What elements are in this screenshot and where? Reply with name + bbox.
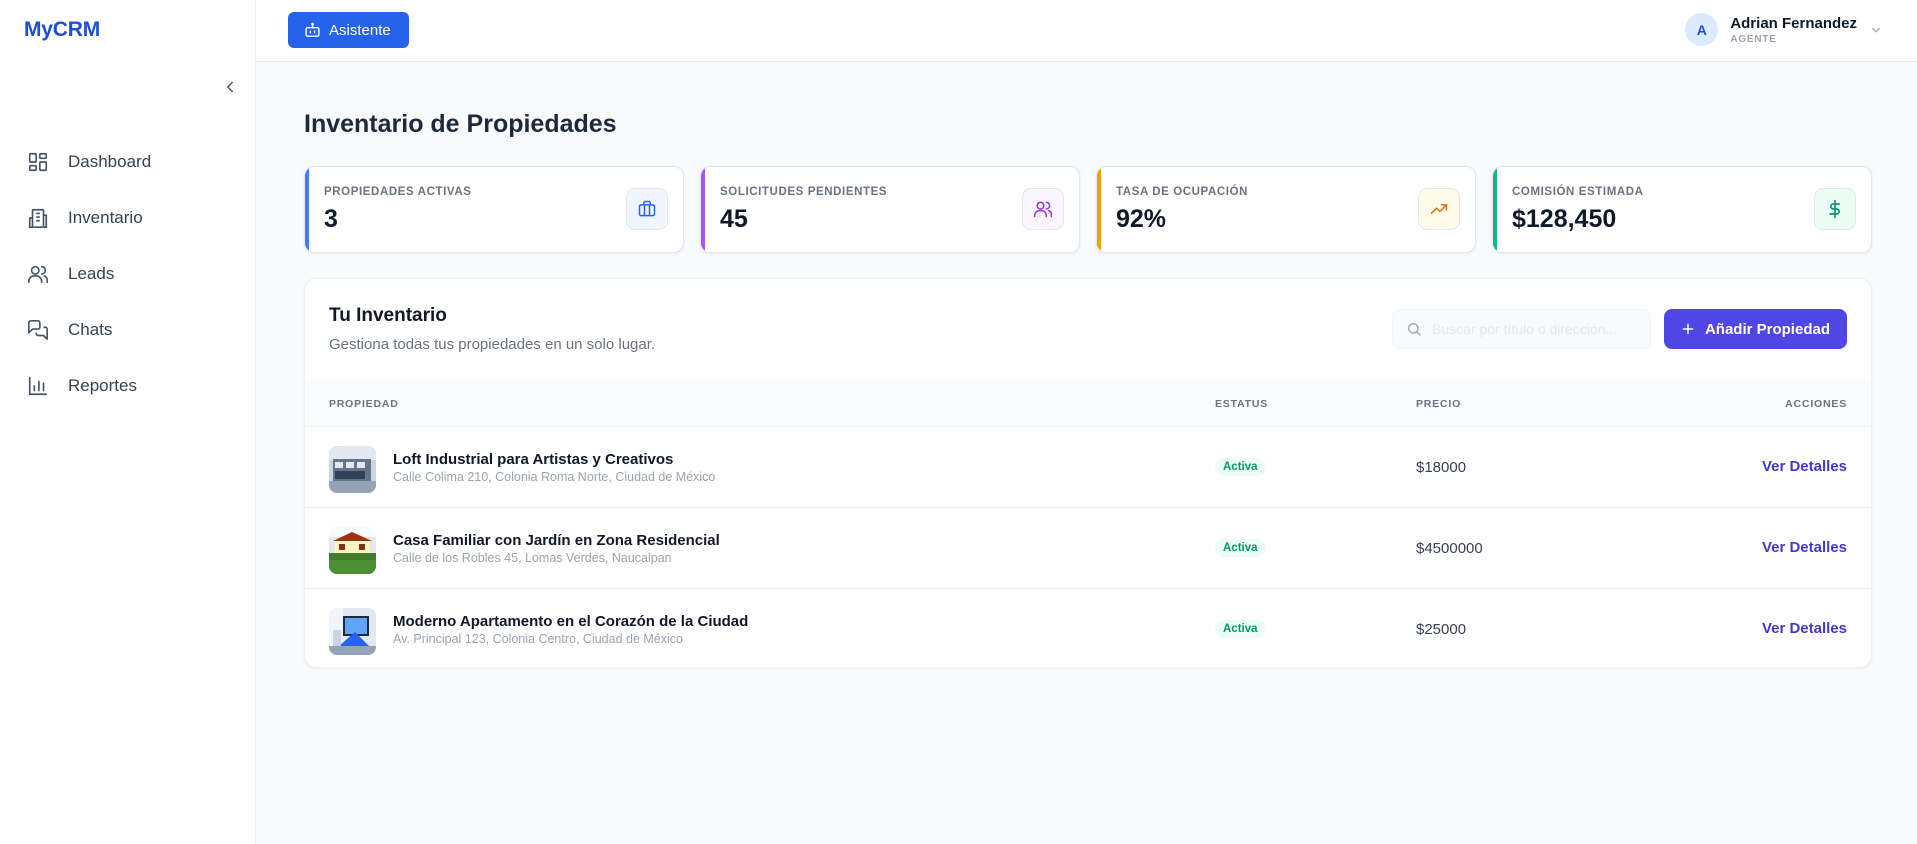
sidebar-item-dashboard[interactable]: Dashboard xyxy=(0,134,256,190)
stat-value: 92% xyxy=(1116,205,1167,233)
stat-card-active-properties: PROPIEDADES ACTIVAS 3 xyxy=(304,166,684,253)
users-icon xyxy=(1022,188,1064,230)
stat-value: $128,450 xyxy=(1512,205,1617,233)
stat-label: PROPIEDADES ACTIVAS xyxy=(324,186,472,198)
sidebar-item-inventario[interactable]: Inventario xyxy=(0,190,256,246)
property-thumbnail xyxy=(329,446,376,493)
stat-label: SOLICITUDES PENDIENTES xyxy=(720,186,888,198)
user-role: AGENTE xyxy=(1730,33,1777,45)
stat-accent xyxy=(701,167,705,252)
column-header-property[interactable]: PROPIEDAD xyxy=(329,398,399,410)
dashboard-icon xyxy=(27,151,49,173)
property-address: Calle de los Robles 45, Lomas Verdes, Na… xyxy=(393,551,672,565)
property-title: Casa Familiar con Jardín en Zona Residen… xyxy=(393,532,720,549)
sidebar-item-label: Dashboard xyxy=(68,152,152,171)
sidebar: MyCRM Dashboard Inventario Leads Chats R… xyxy=(0,0,256,844)
view-details-link[interactable]: Ver Detalles xyxy=(1762,620,1847,637)
property-price: $25000 xyxy=(1416,621,1467,638)
collapse-sidebar-icon[interactable] xyxy=(221,78,239,96)
status-badge: Activa xyxy=(1215,458,1266,476)
sidebar-item-reportes[interactable]: Reportes xyxy=(0,358,256,414)
column-header-status[interactable]: ESTATUS xyxy=(1215,398,1268,410)
stat-card-estimated-commission: COMISIÓN ESTIMADA $128,450 xyxy=(1492,166,1872,253)
stat-card-pending-requests: SOLICITUDES PENDIENTES 45 xyxy=(700,166,1080,253)
property-thumbnail xyxy=(329,527,376,574)
view-details-link[interactable]: Ver Detalles xyxy=(1762,539,1847,556)
brand-logo[interactable]: MyCRM xyxy=(24,18,100,42)
inventory-card: Tu Inventario Gestiona todas tus propied… xyxy=(304,278,1872,668)
sidebar-item-label: Reportes xyxy=(68,376,137,395)
sidebar-item-label: Chats xyxy=(68,320,113,339)
view-details-link[interactable]: Ver Detalles xyxy=(1762,458,1847,475)
property-title: Loft Industrial para Artistas y Creativo… xyxy=(393,451,674,468)
table-row: Casa Familiar con Jardín en Zona Residen… xyxy=(305,508,1871,589)
chevron-down-icon xyxy=(1869,23,1883,37)
top-bar: Asistente A Adrian Fernandez AGENTE xyxy=(256,0,1917,62)
search-input[interactable] xyxy=(1432,321,1642,337)
property-address: Calle Colima 210, Colonia Roma Norte, Ci… xyxy=(393,470,716,484)
sidebar-item-leads[interactable]: Leads xyxy=(0,246,256,302)
sidebar-nav: Dashboard Inventario Leads Chats Reporte… xyxy=(0,134,256,414)
sidebar-item-label: Inventario xyxy=(68,208,143,227)
trending-up-icon xyxy=(1418,188,1460,230)
dollar-icon xyxy=(1814,188,1856,230)
avatar: A xyxy=(1685,13,1719,46)
stat-value: 3 xyxy=(324,205,338,233)
property-title: Moderno Apartamento en el Corazón de la … xyxy=(393,613,749,630)
column-header-actions: ACCIONES xyxy=(1785,398,1847,410)
user-menu[interactable]: A Adrian Fernandez AGENTE xyxy=(1685,13,1883,46)
stat-card-occupancy-rate: TASA DE OCUPACIÓN 92% xyxy=(1096,166,1476,253)
inventory-title: Tu Inventario xyxy=(329,305,447,326)
stat-label: TASA DE OCUPACIÓN xyxy=(1116,186,1249,198)
users-icon xyxy=(27,263,49,285)
chat-icon xyxy=(27,319,49,341)
bot-icon xyxy=(304,22,321,39)
property-address: Av. Principal 123, Colonia Centro, Ciuda… xyxy=(393,632,683,646)
assistant-button[interactable]: Asistente xyxy=(288,12,409,48)
sidebar-item-chats[interactable]: Chats xyxy=(0,302,256,358)
stat-accent xyxy=(305,167,309,252)
assistant-label: Asistente xyxy=(329,21,391,39)
add-property-button[interactable]: Añadir Propiedad xyxy=(1663,309,1847,349)
table-row: Moderno Apartamento en el Corazón de la … xyxy=(305,589,1871,667)
inventory-subtitle: Gestiona todas tus propiedades en un sol… xyxy=(329,336,656,353)
add-property-label: Añadir Propiedad xyxy=(1704,320,1830,338)
column-header-price[interactable]: PRECIO xyxy=(1416,398,1461,410)
bar-chart-icon xyxy=(27,375,49,397)
user-name: Adrian Fernandez xyxy=(1730,14,1857,32)
stat-label: COMISIÓN ESTIMADA xyxy=(1512,186,1644,198)
stat-accent xyxy=(1493,167,1497,252)
sidebar-item-label: Leads xyxy=(68,264,115,283)
property-thumbnail xyxy=(329,608,376,655)
table-row: Loft Industrial para Artistas y Creativo… xyxy=(305,427,1871,508)
search-icon xyxy=(1393,321,1422,337)
stat-value: 45 xyxy=(720,205,748,233)
page-title: Inventario de Propiedades xyxy=(304,110,617,138)
building-icon xyxy=(27,207,49,229)
property-price: $18000 xyxy=(1416,459,1467,476)
search-box xyxy=(1392,309,1651,349)
plus-icon xyxy=(1681,322,1695,336)
status-badge: Activa xyxy=(1215,539,1266,557)
table-header: PROPIEDAD ESTATUS PRECIO ACCIONES xyxy=(305,379,1871,427)
property-price: $4500000 xyxy=(1416,540,1483,557)
stat-accent xyxy=(1097,167,1101,252)
briefcase-icon xyxy=(626,188,668,230)
status-badge: Activa xyxy=(1215,620,1266,638)
